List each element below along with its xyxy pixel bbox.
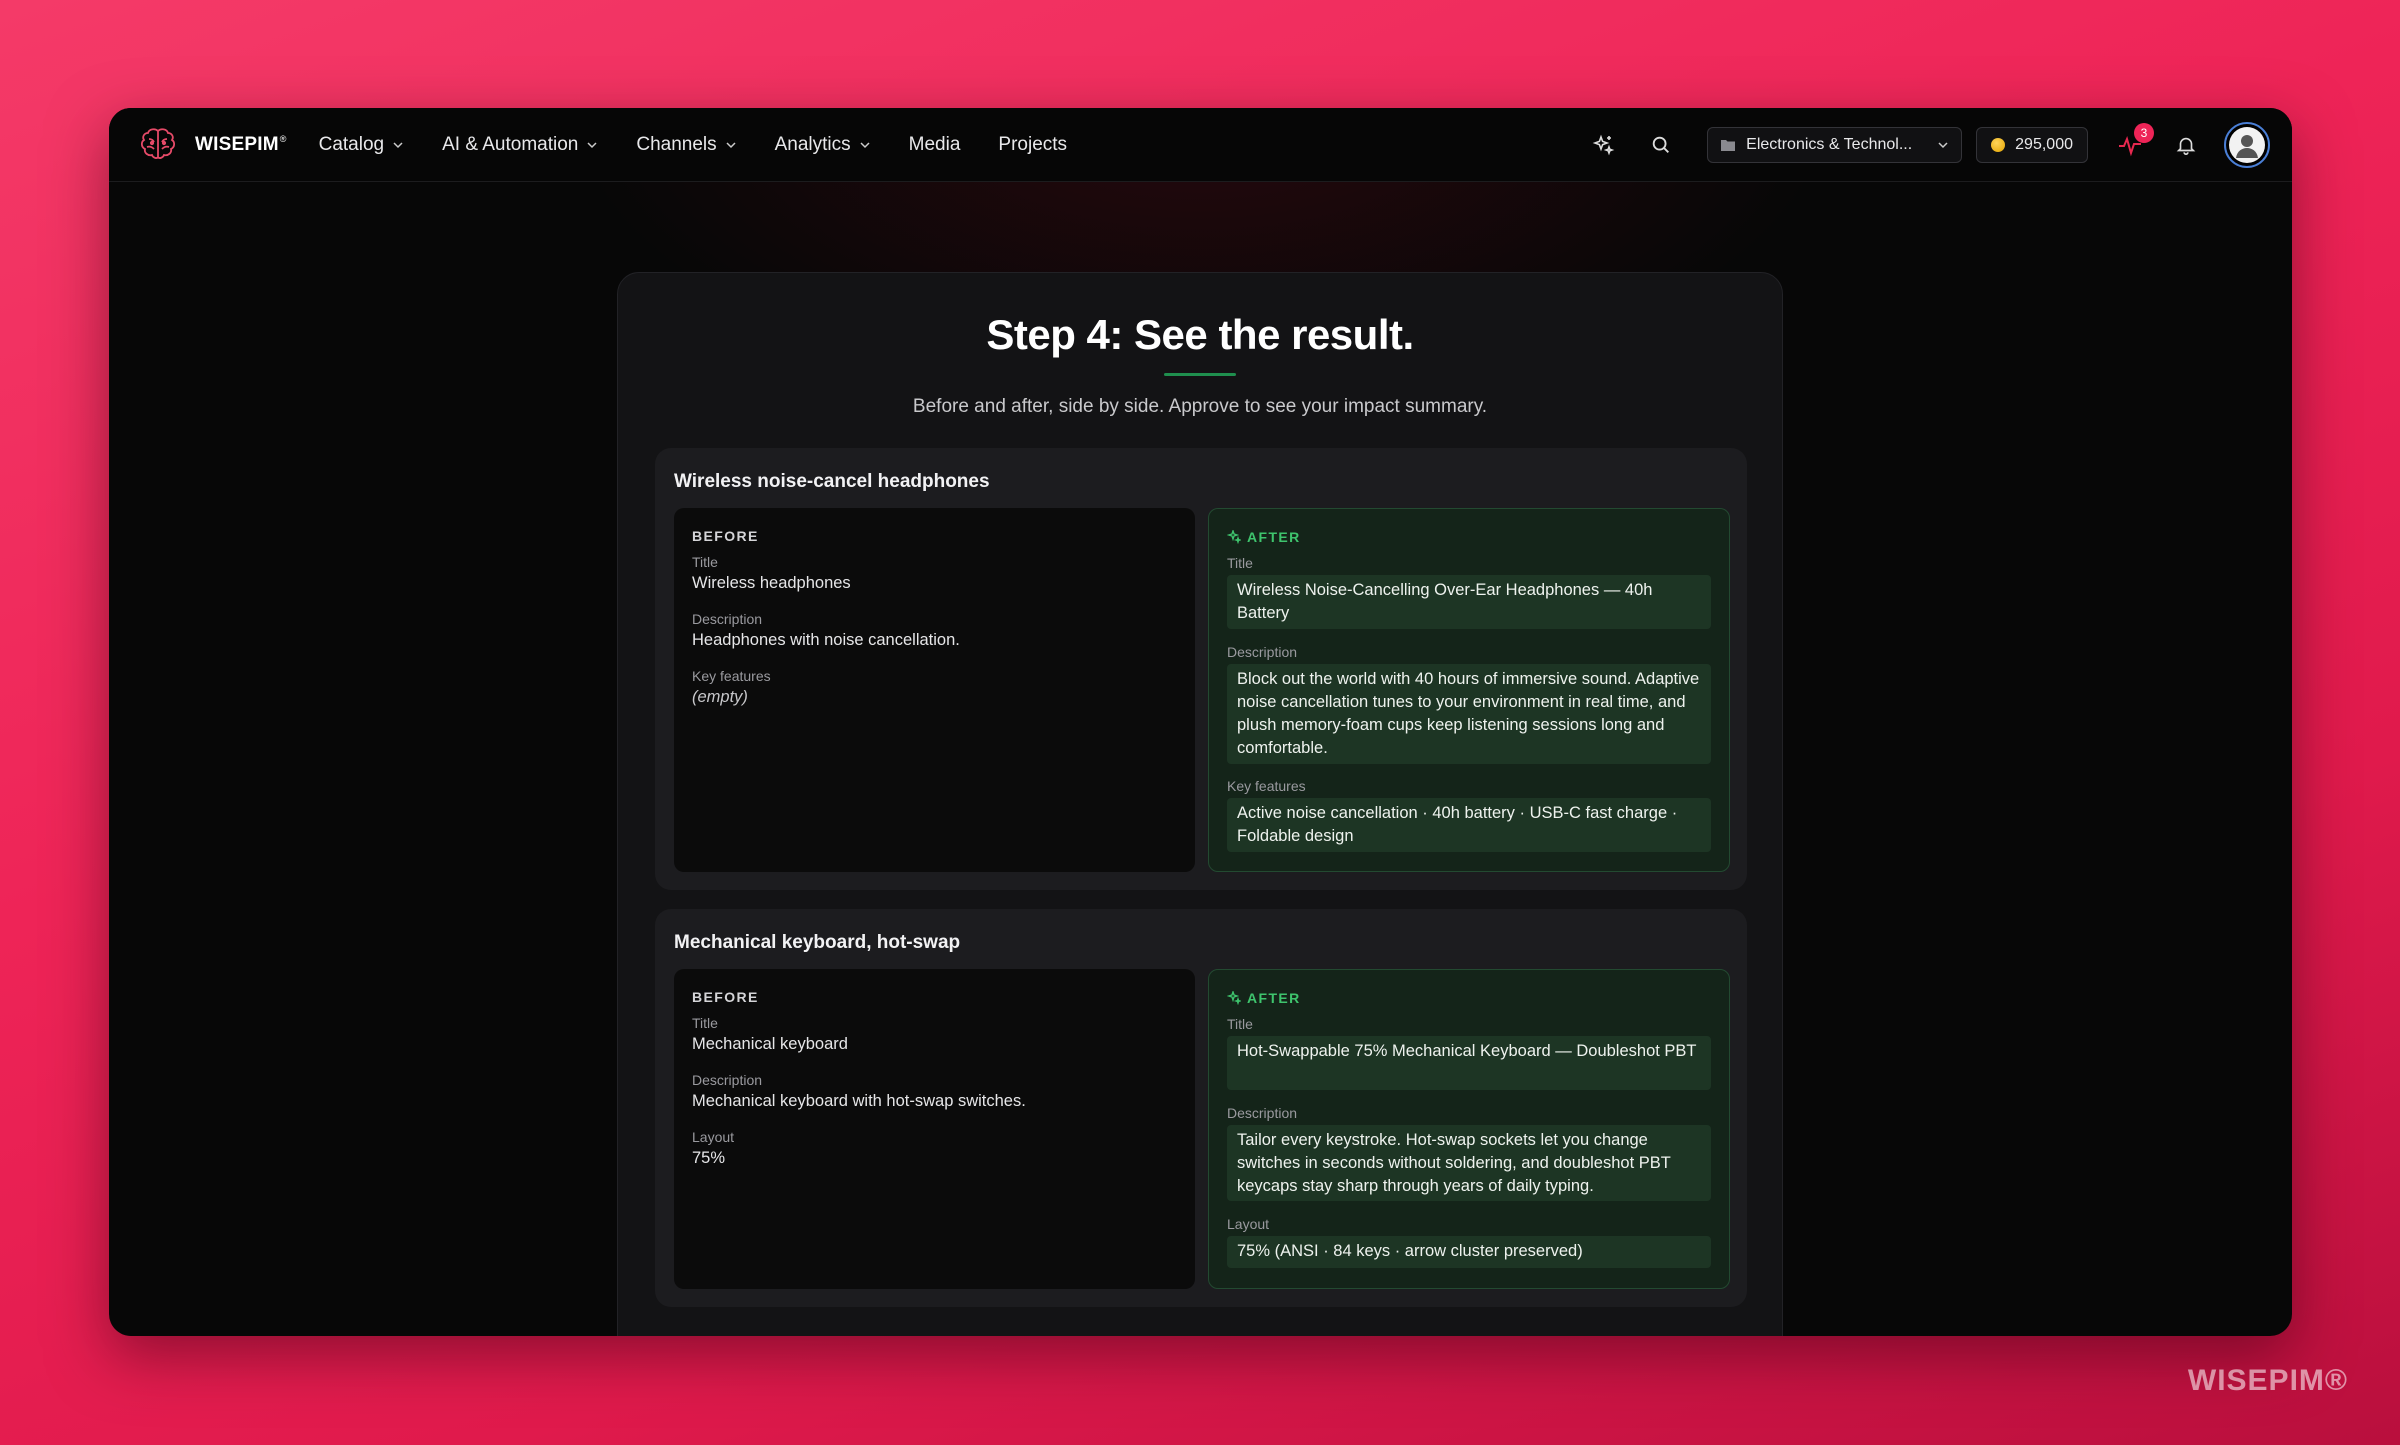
after-panel: AFTER Title Wireless Noise-Cancelling Ov… xyxy=(1208,508,1730,872)
title-value: Mechanical keyboard xyxy=(692,1035,848,1053)
key-features-field-label: Key features xyxy=(692,668,771,684)
top-navbar: WISEPIM® Catalog AI & Automation Channel… xyxy=(109,108,2292,182)
menu-channels[interactable]: Channels xyxy=(636,134,736,156)
brand-mark: ® xyxy=(279,134,287,145)
credits-amount: 295,000 xyxy=(2015,135,2073,153)
description-field-label: Description xyxy=(1227,644,1298,660)
title-value: Wireless headphones xyxy=(692,574,851,592)
key-features-value: Active noise cancellation · 40h battery … xyxy=(1227,798,1711,852)
result-card: Step 4: See the result. Before and after… xyxy=(617,272,1783,1336)
title-value: Hot-Swappable 75% Mechanical Keyboard — … xyxy=(1227,1036,1711,1090)
menu-projects[interactable]: Projects xyxy=(998,134,1067,156)
title-underline xyxy=(1164,373,1236,376)
organization-name: Electronics & Technol... xyxy=(1746,135,1913,153)
description-value: Mechanical keyboard with hot-swap switch… xyxy=(692,1092,1026,1110)
description-value: Block out the world with 40 hours of imm… xyxy=(1227,664,1711,764)
menu-label: Channels xyxy=(636,133,717,155)
menu-catalog[interactable]: Catalog xyxy=(319,134,405,156)
menu-analytics[interactable]: Analytics xyxy=(775,134,871,156)
layout-value: 75% xyxy=(692,1149,726,1167)
description-value: Headphones with noise cancellation. xyxy=(692,631,960,649)
organization-select[interactable]: Electronics & Technol... xyxy=(1707,126,1963,163)
brain-logo-icon xyxy=(140,127,176,159)
nav-actions: Electronics & Technol... 295,000 3 xyxy=(1583,121,2270,168)
sparkle-icon xyxy=(1227,991,1241,1005)
menu-label: Analytics xyxy=(774,133,851,155)
search-button[interactable] xyxy=(1641,125,1681,165)
title-field-label: Title xyxy=(692,554,718,570)
key-features-field-label: Key features xyxy=(1227,778,1306,794)
menu-label: Catalog xyxy=(318,133,385,155)
after-label-text: AFTER xyxy=(1247,990,1301,1006)
menu-ai-automation[interactable]: AI & Automation xyxy=(442,134,598,156)
watermark: WISEPIM® xyxy=(2187,1364,2348,1397)
description-field-label: Description xyxy=(1227,1105,1298,1121)
folder-icon xyxy=(1721,139,1736,151)
search-icon xyxy=(1652,136,1670,153)
coin-icon xyxy=(1991,137,2006,152)
after-label: AFTER xyxy=(1227,990,1301,1006)
sparkle-icon xyxy=(1592,134,1615,155)
app-window: WISEPIM® Catalog AI & Automation Channel… xyxy=(109,108,2292,1336)
page-title: Step 4: See the result. xyxy=(986,311,1414,358)
notifications-button[interactable] xyxy=(2166,125,2206,165)
brand-name: WISEPIM® xyxy=(195,134,287,156)
ai-sparkle-button[interactable] xyxy=(1583,125,1623,165)
product-comparison: Mechanical keyboard, hot-swap BEFORE Tit… xyxy=(655,909,1747,1307)
chevron-down-icon xyxy=(587,141,597,148)
description-value: Tailor every keystroke. Hot-swap sockets… xyxy=(1227,1125,1711,1201)
product-name: Wireless noise-cancel headphones xyxy=(674,471,990,492)
credits-balance[interactable]: 295,000 xyxy=(1976,126,2088,163)
sparkle-icon xyxy=(1227,530,1241,544)
notification-count-badge: 3 xyxy=(2134,122,2154,143)
product-name: Mechanical keyboard, hot-swap xyxy=(674,932,961,953)
user-avatar[interactable] xyxy=(2224,121,2270,168)
chevron-down-icon xyxy=(393,141,403,148)
layout-field-label: Layout xyxy=(1227,1216,1270,1232)
title-field-label: Title xyxy=(1227,555,1253,571)
chevron-down-icon xyxy=(726,141,736,148)
key-features-value: (empty) xyxy=(692,688,748,706)
menu-label: Projects xyxy=(998,133,1068,155)
before-panel: BEFORE Title Mechanical keyboard Descrip… xyxy=(674,969,1195,1289)
menu-label: Media xyxy=(908,133,961,155)
after-panel: AFTER Title Hot-Swappable 75% Mechanical… xyxy=(1208,969,1730,1289)
title-value: Wireless Noise-Cancelling Over-Ear Headp… xyxy=(1227,575,1711,629)
logo[interactable]: WISEPIM® xyxy=(137,124,287,166)
menu-label: AI & Automation xyxy=(442,133,579,155)
chevron-down-icon xyxy=(860,141,870,148)
brand-text: WISEPIM xyxy=(195,133,279,155)
title-field-label: Title xyxy=(692,1015,718,1031)
before-label: BEFORE xyxy=(692,989,759,1005)
chevron-down-icon xyxy=(1938,141,1948,148)
activity-button[interactable]: 3 xyxy=(2110,122,2154,165)
title-field-label: Title xyxy=(1227,1016,1253,1032)
description-field-label: Description xyxy=(692,611,763,627)
menu-media[interactable]: Media xyxy=(909,134,961,156)
layout-value: 75% (ANSI · 84 keys · arrow cluster pres… xyxy=(1227,1236,1711,1268)
bell-icon xyxy=(2176,137,2196,155)
after-label: AFTER xyxy=(1227,529,1301,545)
layout-field-label: Layout xyxy=(692,1129,735,1145)
after-label-text: AFTER xyxy=(1247,529,1301,545)
main-menu: Catalog AI & Automation Channels Analyti… xyxy=(319,134,1105,156)
user-icon xyxy=(2229,126,2265,163)
description-field-label: Description xyxy=(692,1072,763,1088)
before-panel: BEFORE Title Wireless headphones Descrip… xyxy=(674,508,1195,872)
before-label: BEFORE xyxy=(692,528,759,544)
product-comparison: Wireless noise-cancel headphones BEFORE … xyxy=(655,448,1747,890)
page-subtitle: Before and after, side by side. Approve … xyxy=(912,396,1488,417)
